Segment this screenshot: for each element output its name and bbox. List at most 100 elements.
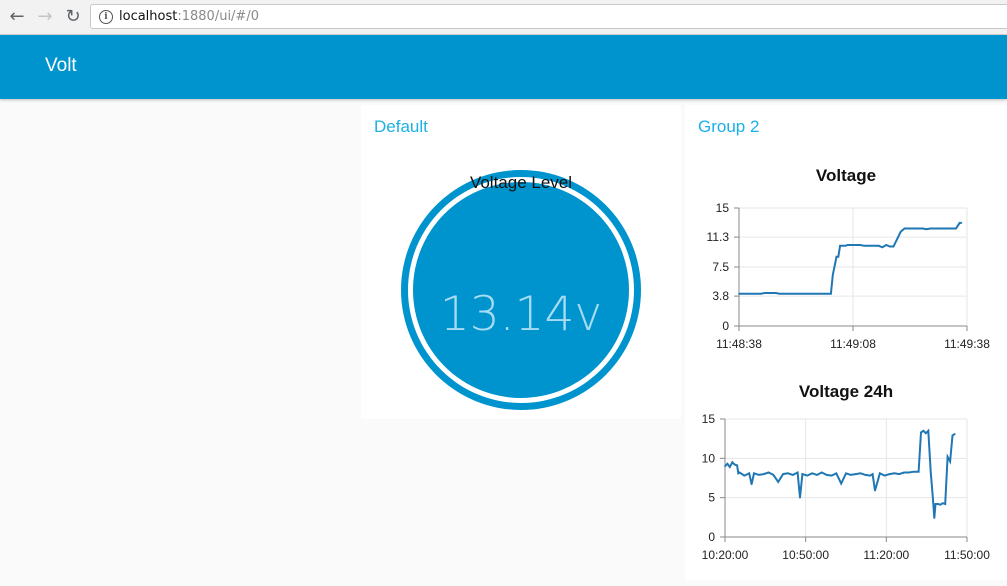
- data-point: [871, 473, 874, 475]
- data-point: [832, 274, 834, 276]
- data-point: [932, 500, 934, 502]
- data-point: [951, 434, 954, 437]
- y-tick-label: 15: [716, 201, 730, 215]
- chart-title-voltage: Voltage: [815, 166, 877, 185]
- data-point: [753, 472, 755, 475]
- data-point: [913, 470, 915, 473]
- data-point: [898, 473, 900, 475]
- data-point: [806, 474, 809, 477]
- y-tick-label: 15: [702, 412, 716, 426]
- y-tick-label: 0: [722, 319, 729, 333]
- data-point: [954, 433, 956, 435]
- x-tick-label: 11:50:00: [944, 548, 990, 562]
- data-point: [736, 464, 738, 467]
- data-point: [750, 483, 753, 486]
- voltage-chart: 15 11.3 7.5 3.8 0 11:48:38 11:49:08 11:49:38: [707, 201, 991, 351]
- data-point: [874, 489, 876, 492]
- data-point: [760, 292, 762, 295]
- data-point: [934, 503, 937, 505]
- data-point: [763, 292, 766, 294]
- back-arrow-icon[interactable]: ←: [6, 6, 28, 28]
- x-tick-label: 11:49:08: [830, 337, 876, 351]
- data-point: [854, 473, 857, 475]
- data-point: [816, 474, 818, 476]
- data-point: [864, 474, 867, 476]
- data-point: [908, 471, 910, 474]
- data-point: [799, 496, 801, 499]
- data-point: [869, 474, 871, 477]
- url-path: :1880/ui/#/0: [177, 9, 259, 24]
- data-point: [811, 472, 813, 475]
- data-point: [925, 432, 927, 434]
- data-point: [893, 472, 896, 475]
- data-point: [840, 482, 842, 485]
- data-point: [762, 473, 765, 475]
- data-point: [729, 466, 731, 468]
- data-point: [733, 463, 736, 466]
- browser-toolbar: ← → ↻ i localhost:1880/ui/#/0: [0, 0, 1007, 35]
- data-point: [731, 461, 734, 464]
- forward-arrow-icon[interactable]: →: [34, 6, 56, 28]
- data-point: [782, 473, 784, 475]
- data-point: [772, 474, 775, 476]
- data-point: [933, 517, 936, 519]
- data-point: [830, 292, 832, 295]
- url-text[interactable]: localhost:1880/ui/#/0: [119, 9, 259, 24]
- data-point: [775, 292, 777, 294]
- data-point: [801, 473, 804, 475]
- y-tick-label: 0: [708, 530, 715, 544]
- x-tick-label: 11:49:38: [944, 337, 990, 351]
- x-tick-label: 11:20:00: [863, 548, 909, 562]
- data-point: [859, 472, 862, 475]
- group-title: Group 2: [698, 117, 760, 136]
- data-point: [946, 456, 949, 458]
- data-point: [845, 472, 847, 475]
- data-point: [835, 256, 838, 258]
- data-point: [925, 228, 928, 230]
- data-point: [748, 472, 750, 475]
- x-tick-label: 10:50:00: [782, 548, 829, 562]
- data-point: [844, 245, 847, 247]
- data-point: [859, 244, 862, 246]
- data-point: [837, 256, 840, 258]
- data-point: [955, 227, 957, 230]
- gauge-value: 13.14v: [439, 287, 603, 342]
- y-tick-label: 7.5: [712, 260, 729, 274]
- reload-icon[interactable]: ↻: [62, 6, 84, 28]
- data-point: [949, 460, 951, 463]
- dashboard-header: Volt: [0, 35, 1007, 99]
- voltage-24h-chart: 15 10 5 0 10:20:00 10:50:00 11:20:00 11:50:00: [702, 412, 991, 562]
- data-point: [825, 474, 828, 476]
- data-point: [792, 474, 794, 476]
- group-title: Default: [374, 117, 428, 136]
- data-point: [782, 292, 784, 295]
- data-point: [903, 227, 906, 230]
- y-tick-label: 5: [708, 491, 715, 505]
- data-point: [850, 474, 852, 476]
- data-point: [885, 244, 887, 246]
- data-point: [877, 245, 880, 247]
- data-point: [726, 463, 729, 465]
- data-point: [863, 245, 865, 247]
- data-point: [888, 473, 891, 475]
- data-point: [846, 244, 849, 246]
- data-point: [903, 471, 905, 474]
- data-point: [796, 471, 799, 474]
- y-tick-label: 3.8: [712, 289, 729, 303]
- dashboard-title: Volt: [45, 55, 77, 76]
- data-point: [929, 470, 932, 473]
- address-bar[interactable]: i localhost:1880/ui/#/0: [90, 4, 1007, 29]
- data-point: [944, 503, 946, 505]
- y-tick-label: 11.3: [707, 230, 730, 244]
- data-point: [821, 471, 823, 474]
- info-icon[interactable]: i: [99, 10, 113, 24]
- data-point: [929, 227, 931, 230]
- data-point: [738, 471, 741, 474]
- data-point: [889, 245, 891, 248]
- data-point: [958, 222, 961, 224]
- data-point: [830, 474, 833, 477]
- data-point: [738, 292, 740, 295]
- data-point: [758, 474, 760, 476]
- data-point: [839, 245, 841, 247]
- data-point: [922, 227, 924, 230]
